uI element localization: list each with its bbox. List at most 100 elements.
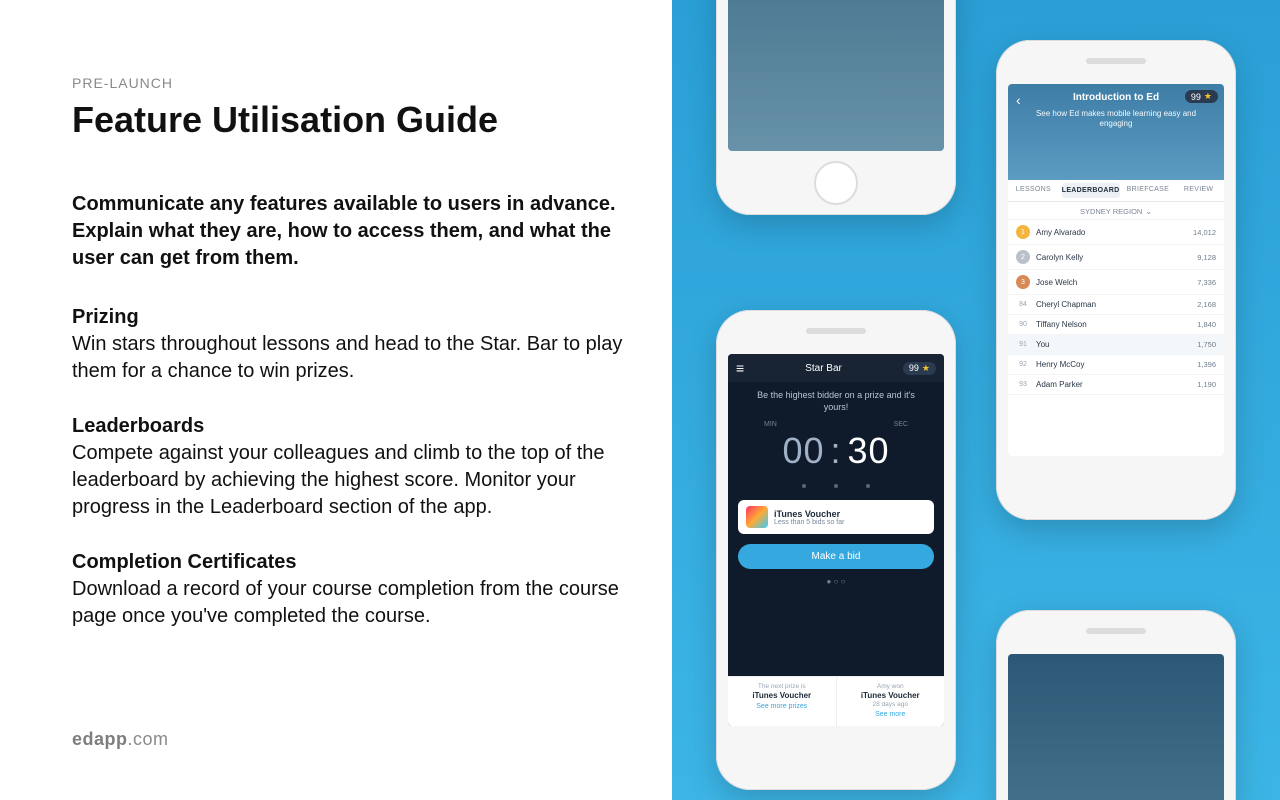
pager-dots: ● ○ ○: [728, 575, 944, 590]
min-label: MIN: [764, 421, 777, 428]
tab-review[interactable]: REVIEW: [1173, 180, 1224, 201]
recent-winner-block[interactable]: Amy won iTunes Voucher 28 days ago See m…: [836, 677, 945, 726]
menu-icon[interactable]: ≡: [736, 360, 744, 376]
player-score: 1,396: [1197, 360, 1216, 369]
winner-time: 28 days ago: [843, 701, 939, 708]
leaderboard-list: 1Amy Alvarado14,0122Carolyn Kelly9,1283J…: [1008, 220, 1224, 456]
player-name: Jose Welch: [1036, 278, 1197, 287]
brand-logo: edapp.com: [72, 729, 169, 750]
player-name: Cheryl Chapman: [1036, 300, 1197, 309]
tab-briefcase[interactable]: BRIEFCASE: [1123, 180, 1174, 201]
winner-prize: iTunes Voucher: [843, 691, 939, 700]
section-body: Win stars throughout lessons and head to…: [72, 331, 632, 385]
player-name: Carolyn Kelly: [1036, 253, 1197, 262]
starbar-header: ≡ Star Bar 99 ★: [728, 354, 944, 382]
player-name: Henry McCoy: [1036, 360, 1197, 369]
voucher-icon: [746, 506, 768, 528]
rank-number: 90: [1016, 321, 1030, 328]
next-prize-label: The next prize is: [734, 683, 830, 690]
starbar-footer: The next prize is iTunes Voucher See mor…: [728, 676, 944, 726]
timer-seconds: 30: [848, 430, 890, 472]
star-icon: ★: [922, 363, 930, 374]
phone-leaderboard: ‹ 99 ★ Introduction to Ed See how Ed mak…: [996, 40, 1236, 520]
leaderboard-screen: ‹ 99 ★ Introduction to Ed See how Ed mak…: [1008, 84, 1224, 456]
player-score: 1,840: [1197, 320, 1216, 329]
prize-title: iTunes Voucher: [774, 509, 926, 519]
section-body: Compete against your colleagues and clim…: [72, 440, 632, 521]
leaderboard-row[interactable]: 90 Tiffany Nelson1,840: [1008, 315, 1224, 335]
star-count: 99: [909, 363, 919, 373]
page-title: Feature Utilisation Guide: [72, 99, 632, 141]
see-more-prizes-link[interactable]: See more prizes: [734, 703, 830, 710]
timer-labels: MIN SEC: [728, 421, 944, 428]
star-icon: ★: [1204, 91, 1212, 102]
section-title: Prizing: [72, 306, 632, 329]
player-score: 2,168: [1197, 300, 1216, 309]
player-score: 14,012: [1193, 228, 1216, 237]
leaderboard-row[interactable]: 84 Cheryl Chapman2,168: [1008, 295, 1224, 315]
prize-subtitle: Less than 5 bids so far: [774, 519, 926, 526]
leaderboard-row[interactable]: 3Jose Welch7,336: [1008, 270, 1224, 295]
leaderboard-row[interactable]: 92 Henry McCoy1,396: [1008, 355, 1224, 375]
starbar-title: Star Bar: [805, 363, 842, 374]
player-name: Amy Alvarado: [1036, 228, 1193, 237]
course-tabs: LESSONS LEADERBOARD BRIEFCASE REVIEW: [1008, 180, 1224, 202]
brand-domain: .com: [128, 729, 169, 749]
phone-starbar: ≡ Star Bar 99 ★ Be the highest bidder on…: [716, 310, 956, 790]
course-hero: ‹ 99 ★ Introduction to Ed See how Ed mak…: [1008, 84, 1224, 180]
region-selector[interactable]: SYDNEY REGION⌄: [1008, 202, 1224, 220]
rank-number: 92: [1016, 361, 1030, 368]
back-icon[interactable]: ‹: [1016, 92, 1021, 108]
see-more-link[interactable]: See more: [843, 711, 939, 718]
section-title: Completion Certificates: [72, 551, 632, 574]
brand-name: edapp: [72, 729, 128, 749]
chevron-down-icon: ⌄: [1145, 207, 1152, 216]
leaderboard-row[interactable]: 1 Amy Alvarado14,012: [1008, 220, 1224, 245]
leaderboard-row[interactable]: 93Adam Parker1,190: [1008, 375, 1224, 395]
stars-badge[interactable]: 99 ★: [903, 362, 936, 375]
sec-label: SEC: [894, 421, 908, 428]
phone-screen-blank: [1008, 654, 1224, 800]
phone-speaker: [1086, 628, 1146, 634]
medal-icon: 2: [1016, 250, 1030, 264]
section-title: Leaderboards: [72, 415, 632, 438]
prize-card[interactable]: iTunes Voucher Less than 5 bids so far: [738, 500, 934, 534]
timer-colon: :: [830, 430, 841, 472]
tab-leaderboard[interactable]: LEADERBOARD: [1062, 183, 1120, 198]
next-prize-block[interactable]: The next prize is iTunes Voucher See mor…: [728, 677, 836, 726]
timer-minutes: 00: [782, 430, 824, 472]
section-certificates: Completion Certificates Download a recor…: [72, 551, 632, 630]
leaderboard-row[interactable]: 91 You1,750: [1008, 335, 1224, 355]
leaderboard-row[interactable]: 2Carolyn Kelly9,128: [1008, 245, 1224, 270]
starbar-screen: ≡ Star Bar 99 ★ Be the highest bidder on…: [728, 354, 944, 726]
phone-decorative-top: [716, 0, 956, 215]
course-subtitle: See how Ed makes mobile learning easy an…: [1016, 109, 1216, 130]
region-label: SYDNEY REGION: [1080, 207, 1142, 216]
stars-badge[interactable]: 99 ★: [1185, 90, 1218, 103]
content-panel: PRE-LAUNCH Feature Utilisation Guide Com…: [0, 0, 672, 800]
phone-speaker: [806, 328, 866, 334]
phone-speaker: [1086, 58, 1146, 64]
section-leaderboards: Leaderboards Compete against your collea…: [72, 415, 632, 521]
next-prize-value: iTunes Voucher: [734, 691, 830, 700]
timer-dots: [728, 484, 944, 488]
medal-icon: 1: [1016, 225, 1030, 239]
lead-paragraph: Communicate any features available to us…: [72, 191, 632, 272]
section-prizing: Prizing Win stars throughout lessons and…: [72, 306, 632, 385]
phone-decorative-bottom: [996, 610, 1236, 800]
tab-lessons[interactable]: LESSONS: [1008, 180, 1059, 201]
star-count: 99: [1191, 92, 1201, 102]
device-showcase: ‹ 99 ★ Introduction to Ed See how Ed mak…: [672, 0, 1280, 800]
rank-number: 84: [1016, 301, 1030, 308]
phone-screen-blank: [728, 0, 944, 151]
player-name: You: [1036, 340, 1197, 349]
rank-number: 93: [1016, 381, 1030, 388]
winner-label: Amy won: [843, 683, 939, 690]
rank-number: 91: [1016, 341, 1030, 348]
make-bid-button[interactable]: Make a bid: [738, 544, 934, 569]
starbar-subtitle: Be the highest bidder on a prize and it'…: [728, 382, 944, 421]
eyebrow: PRE-LAUNCH: [72, 75, 632, 91]
player-name: Tiffany Nelson: [1036, 320, 1197, 329]
player-score: 7,336: [1197, 278, 1216, 287]
player-score: 1,750: [1197, 340, 1216, 349]
